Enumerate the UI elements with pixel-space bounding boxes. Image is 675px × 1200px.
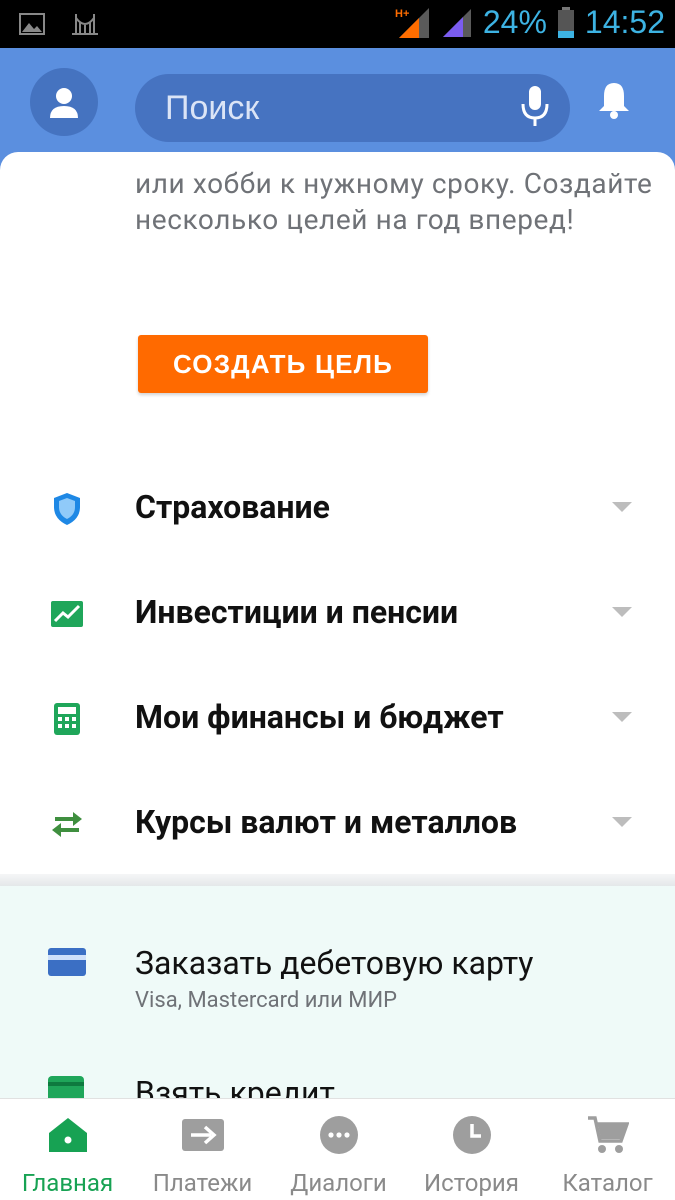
search-input[interactable] — [165, 86, 505, 130]
promo-title: Заказать дебетовую карту — [135, 944, 534, 982]
arrow-icon — [181, 1115, 224, 1155]
card-icon — [48, 948, 86, 980]
battery-percent: 24% — [482, 4, 547, 40]
profile-avatar-button[interactable] — [30, 68, 98, 136]
nav-tab-payments[interactable]: Платежи — [145, 1099, 260, 1200]
battery-icon — [557, 6, 574, 38]
chevron-down-icon — [612, 712, 632, 722]
menu-item-finances[interactable]: Мои финансы и бюджет — [0, 672, 675, 762]
menu-item-label: Страхование — [135, 488, 330, 526]
nav-tab-dialogs[interactable]: Диалоги — [281, 1099, 396, 1200]
main-content-card: или хобби к нужному сроку. Создайте неск… — [0, 152, 675, 880]
chevron-down-icon — [612, 817, 632, 827]
calculator-icon — [50, 702, 84, 736]
chart-icon — [50, 597, 84, 631]
menu-item-label: Инвестиции и пенсии — [135, 593, 459, 631]
status-bar: H+ 24% 14:52 — [0, 0, 675, 48]
menu-item-investments[interactable]: Инвестиции и пенсии — [0, 567, 675, 657]
section-divider — [0, 874, 675, 886]
exchange-icon — [50, 807, 84, 841]
nav-label: Каталог — [562, 1169, 653, 1197]
nav-tab-history[interactable]: История — [414, 1099, 529, 1200]
signal-icon — [442, 8, 471, 37]
offers-section: Заказать дебетовую карту Visa, Mastercar… — [0, 886, 675, 1098]
nav-label: Платежи — [152, 1169, 253, 1197]
gallery-icon — [19, 13, 45, 35]
menu-item-currency-rates[interactable]: Курсы валют и металлов — [0, 777, 675, 867]
promo-subtitle: Visa, Mastercard или МИР — [135, 988, 398, 1013]
microphone-icon — [521, 86, 549, 126]
shield-icon — [50, 492, 84, 526]
bell-icon — [599, 83, 629, 119]
nav-tab-home[interactable]: Главная — [10, 1099, 125, 1200]
signal-hplus-icon: H+ — [395, 7, 429, 38]
clock-time: 14:52 — [584, 4, 665, 40]
menu-item-label: Курсы валют и металлов — [135, 803, 518, 841]
order-debit-card-item[interactable]: Заказать дебетовую карту Visa, Mastercar… — [0, 886, 675, 1026]
bridge-icon — [72, 14, 98, 35]
promo-title: Взять кредит — [135, 1074, 335, 1098]
wallet-icon — [48, 1076, 84, 1098]
chat-icon — [319, 1115, 359, 1155]
notifications-button[interactable] — [596, 80, 632, 124]
home-icon — [48, 1115, 88, 1155]
search-bar[interactable] — [135, 74, 570, 142]
network-type-label: H+ — [395, 8, 409, 20]
create-goal-button[interactable]: СОЗДАТЬ ЦЕЛЬ — [138, 335, 428, 393]
bottom-navigation: Главная Платежи Диалоги История Каталог — [0, 1098, 675, 1200]
person-icon — [50, 88, 78, 118]
clock-icon — [452, 1115, 492, 1155]
nav-label: История — [424, 1169, 519, 1197]
nav-label: Главная — [21, 1169, 114, 1197]
take-loan-item[interactable]: Взять кредит — [0, 1056, 675, 1098]
nav-tab-catalog[interactable]: Каталог — [550, 1099, 665, 1200]
chevron-down-icon — [612, 607, 632, 617]
menu-item-label: Мои финансы и бюджет — [135, 698, 504, 736]
microphone-button[interactable] — [520, 84, 550, 134]
goal-description: или хобби к нужному сроку. Создайте неск… — [135, 167, 653, 236]
cart-icon — [587, 1115, 629, 1155]
menu-item-insurance[interactable]: Страхование — [0, 462, 675, 552]
chevron-down-icon — [612, 502, 632, 512]
nav-label: Диалоги — [290, 1169, 387, 1197]
